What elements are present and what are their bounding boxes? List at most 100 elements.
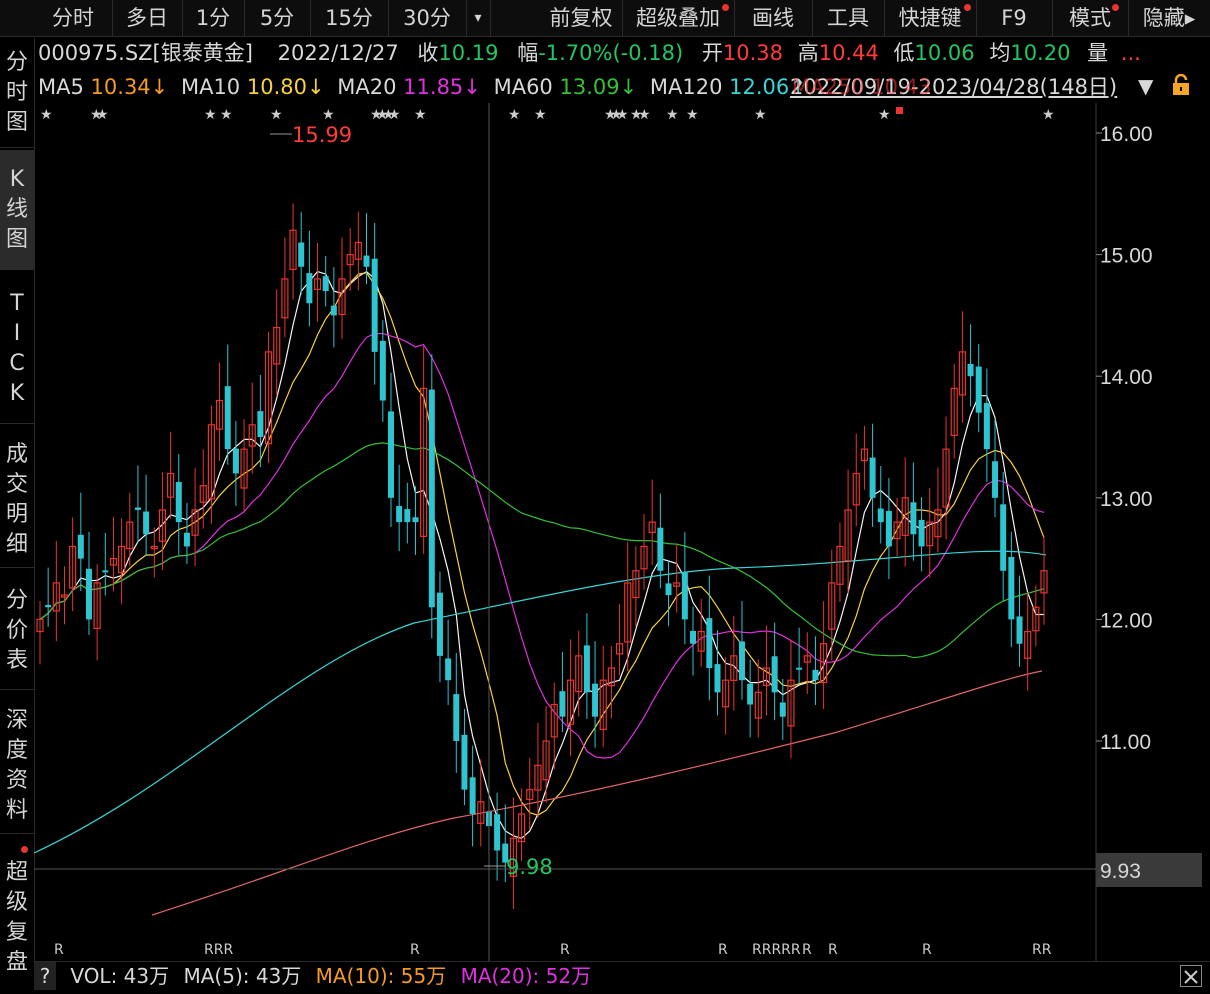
candle-body: [143, 511, 150, 535]
candle-body: [1008, 556, 1015, 620]
r-marker: R: [54, 942, 64, 958]
ma120-label: MA120: [649, 75, 723, 99]
ma10-line: [39, 272, 1045, 816]
sidebar-label: TICK: [9, 291, 25, 406]
ma60-line: [39, 442, 1045, 659]
candle-body: [1000, 504, 1007, 571]
star-icon: ★: [388, 107, 401, 123]
candle-body: [453, 694, 460, 741]
star-icon: ★: [686, 107, 699, 123]
candle-body: [738, 641, 745, 681]
price-tick-label: 11.00: [1100, 731, 1151, 754]
star-icon: ★: [414, 107, 427, 123]
tab-30min[interactable]: 30分: [388, 0, 467, 36]
quote-date: 2022/12/27: [277, 41, 399, 65]
kline-chart[interactable]: 16.0015.0014.0013.0012.0011.00 ★ ★★ ★ ★ ★ ★ ★★…: [34, 103, 1210, 961]
candle-body: [983, 403, 990, 450]
candle-body: [45, 604, 52, 608]
candle-body: [363, 255, 370, 267]
tab-1min[interactable]: 1分: [182, 0, 245, 36]
lock-icon[interactable]: [1170, 73, 1192, 96]
ma5-value: 10.34↓: [90, 75, 169, 99]
open-value: 10.38: [722, 41, 784, 65]
avg-label: 均: [989, 41, 1011, 65]
ma60-value: 13.09↓: [559, 75, 638, 99]
tab-shortcuts[interactable]: 快捷键: [884, 0, 977, 36]
sidebar-item-price-table[interactable]: 分价表: [0, 572, 34, 690]
candle-body: [77, 534, 84, 559]
star-icon: ★: [1042, 107, 1055, 123]
top-toolbar: 分时 多日 1分 5分 15分 30分 ▾ 前复权 超级叠加 画线 工具 快捷键…: [0, 0, 1210, 37]
star-icon: ★: [638, 107, 651, 123]
vol-ma10: MA(10): 55万: [315, 964, 447, 988]
tab-15min[interactable]: 15分: [310, 0, 389, 36]
candle-body: [657, 527, 664, 571]
star-icon: ★: [40, 107, 53, 123]
r-markers: R RRR R R R RRRRR R R R RR: [54, 942, 1052, 958]
sidebar-item-timeshare[interactable]: 分时图: [0, 38, 34, 148]
candle-body: [779, 702, 786, 717]
candle-body: [379, 340, 386, 401]
moving-average-lines: [34, 270, 1047, 916]
r-marker: R: [922, 942, 932, 958]
r-marker: R: [718, 942, 728, 958]
candle-body: [396, 506, 403, 523]
candle-body: [690, 630, 697, 644]
price-tick-label: 14.00: [1100, 366, 1153, 389]
notification-dot: [722, 4, 729, 11]
sidebar-item-deep-data[interactable]: 深度资料: [0, 694, 34, 834]
tab-hide[interactable]: 隐藏▸: [1128, 0, 1210, 36]
candle-body: [877, 508, 884, 523]
star-icon: ★: [96, 107, 109, 123]
close-icon[interactable]: [1180, 965, 1202, 987]
notification-dot: [21, 846, 28, 853]
candle-body: [918, 519, 925, 547]
volume-info-bar: ? VOL: 43万 MA(5): 43万 MA(10): 55万 MA(20)…: [34, 961, 1210, 990]
candle-body: [404, 509, 411, 523]
tab-timeshare[interactable]: 分时: [34, 0, 113, 36]
sidebar-item-kline[interactable]: K线图: [0, 150, 34, 270]
vol-label: 量: [1087, 41, 1109, 65]
star-icon: ★: [508, 107, 521, 123]
star-icon: ★: [666, 107, 679, 123]
notification-dot: [964, 4, 971, 11]
r-marker: R: [828, 942, 838, 958]
help-icon[interactable]: ?: [34, 962, 56, 990]
tab-multiday[interactable]: 多日: [112, 0, 183, 36]
tab-f9[interactable]: F9: [976, 0, 1053, 36]
sidebar-item-super-review[interactable]: 超级复盘: [0, 856, 34, 986]
close-value: 10.19: [438, 41, 499, 65]
sidebar-item-trade-details[interactable]: 成交明细: [0, 428, 34, 568]
price-tick-label: 13.00: [1100, 488, 1153, 511]
sidebar-item-tick[interactable]: TICK: [0, 274, 34, 424]
sidebar-label: 分时图: [6, 50, 29, 135]
candle-body: [706, 618, 713, 669]
tab-super-overlay[interactable]: 超级叠加: [622, 0, 735, 36]
r-marker: R: [802, 942, 812, 958]
r-marker: RRR: [204, 942, 233, 958]
candle-body: [665, 583, 672, 596]
high-marker-label: 15.99: [292, 123, 352, 147]
candle-body: [371, 258, 378, 352]
candle-body: [461, 734, 468, 790]
ma5-label: MA5: [38, 75, 84, 99]
tab-forward-adjust[interactable]: 前复权: [540, 0, 623, 36]
period-dropdown[interactable]: ▾: [466, 0, 491, 36]
star-icon: ★: [616, 107, 629, 123]
candle-body: [559, 691, 566, 717]
candle-body: [869, 457, 876, 498]
candle-body: [494, 814, 501, 851]
quote-info-bar: 000975.SZ[银泰黄金] 2022/12/27 收10.19 幅-1.70…: [38, 37, 1141, 69]
candle-body: [796, 667, 803, 670]
candle-body: [134, 507, 141, 510]
tab-tools[interactable]: 工具: [812, 0, 885, 36]
tab-5min[interactable]: 5分: [244, 0, 311, 36]
tab-draw-line[interactable]: 画线: [734, 0, 813, 36]
low-value: 10.06: [914, 41, 975, 65]
dropdown-triangle-icon[interactable]: ▼: [1138, 74, 1153, 98]
signal-stars: ★ ★★ ★ ★ ★ ★ ★★★★ ★ ★ ★ ★★★ ★★ ★ ★ ★ ★ ★: [40, 107, 1055, 123]
more-indicator: ...: [1120, 41, 1141, 65]
high-label: 高: [797, 41, 819, 65]
star-icon: ★: [754, 107, 767, 123]
candle-body: [714, 664, 721, 693]
